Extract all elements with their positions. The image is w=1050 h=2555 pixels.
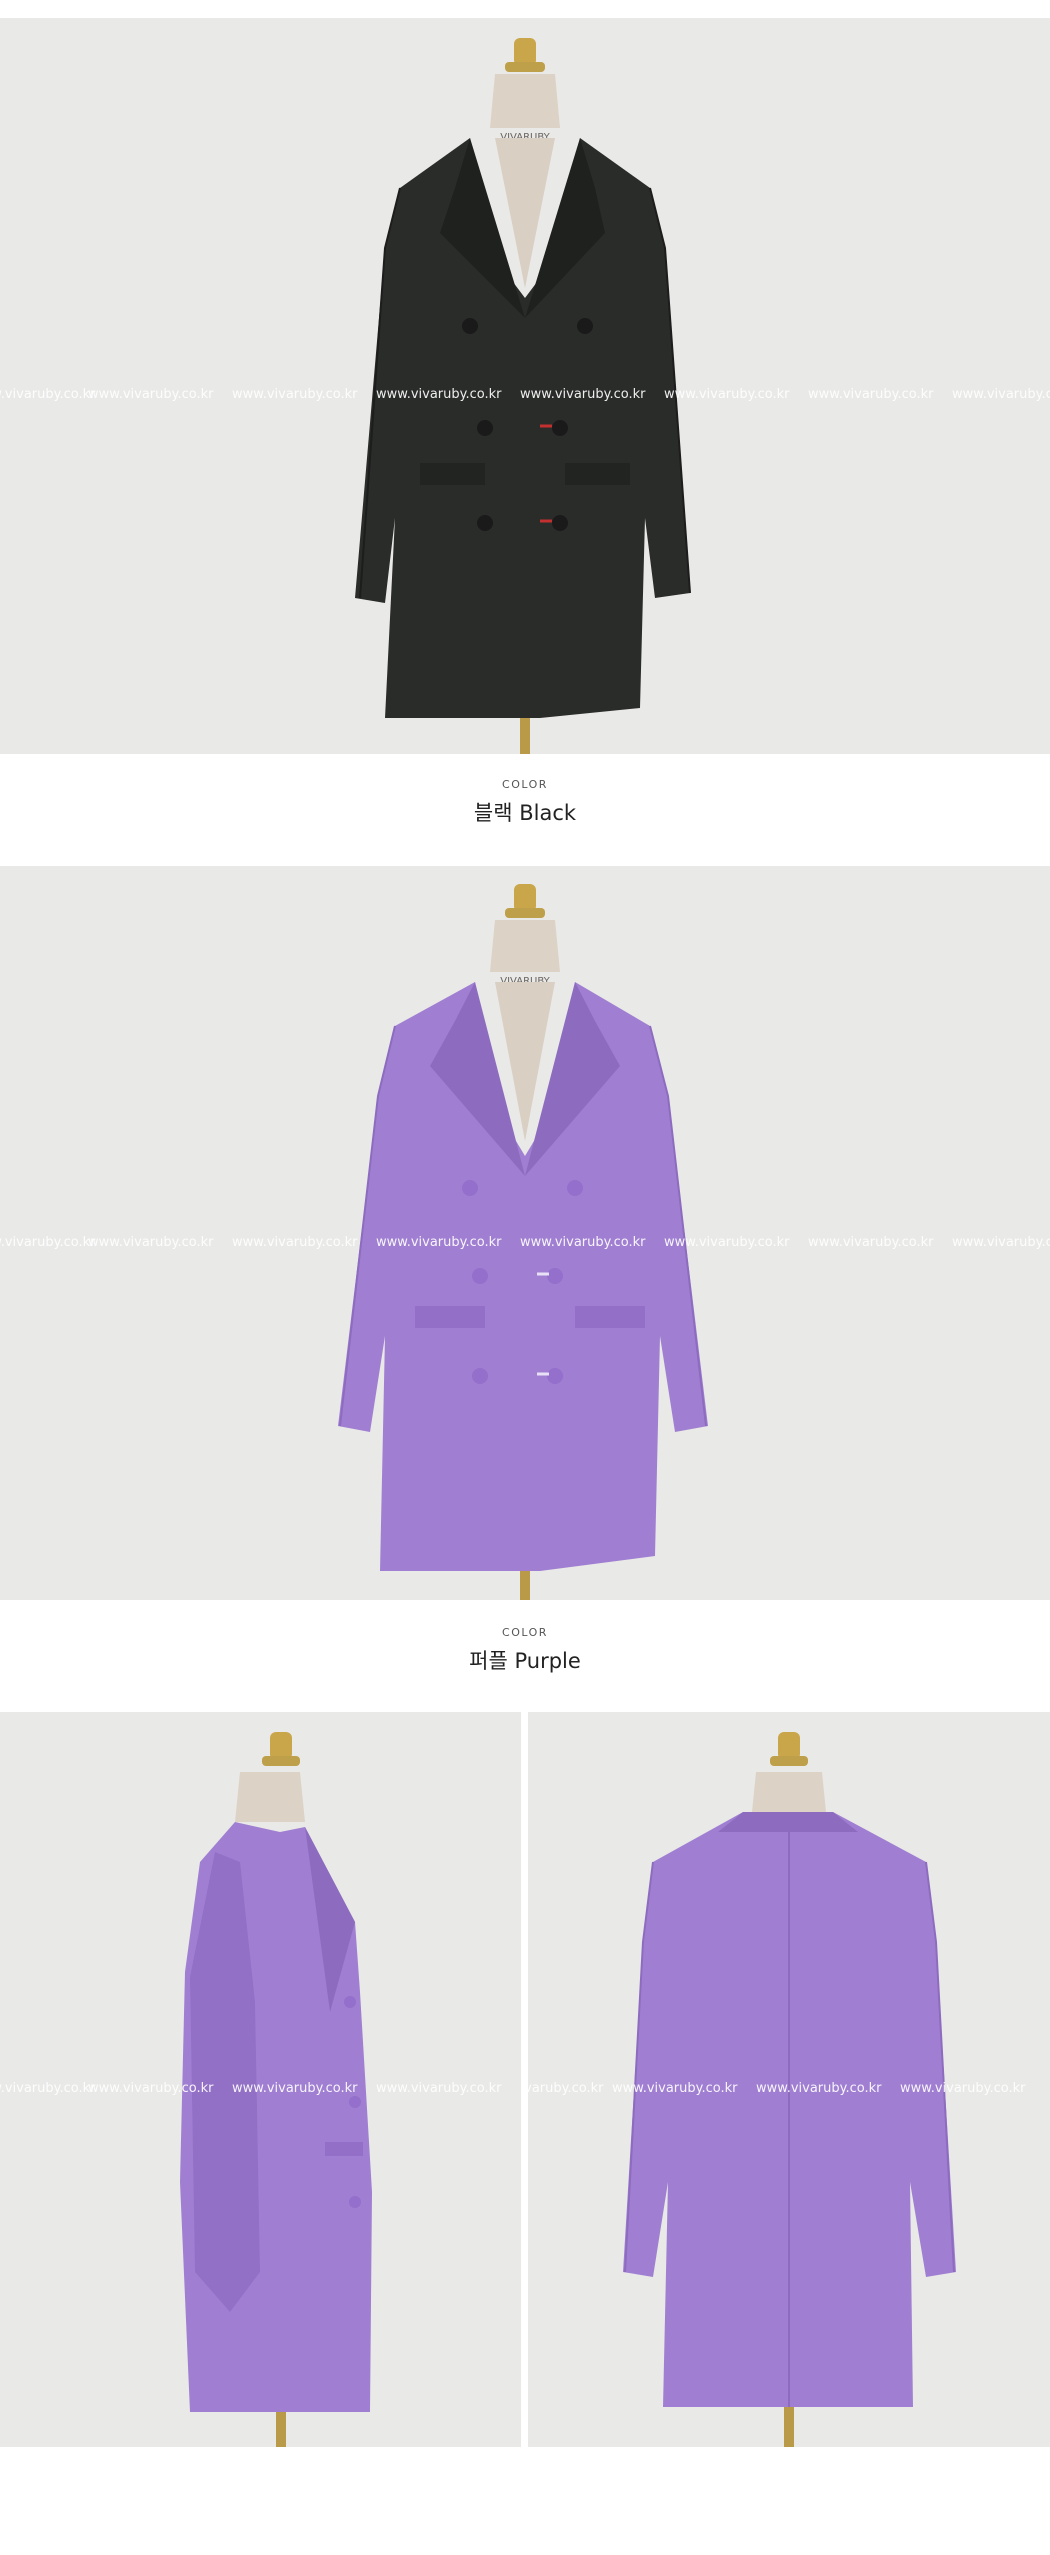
watermark-text: www.vivaruby.co.kr xyxy=(664,387,790,402)
color-kicker: COLOR xyxy=(502,778,548,791)
mannequin-dress-purple-back-icon: www.vivaruby.co.kr www.vivaruby.co.kr ww… xyxy=(528,1732,1026,2447)
watermark-text: www.vivaruby.co.kr xyxy=(232,387,358,402)
watermark-text: www.vivaruby.co.kr xyxy=(0,387,96,402)
watermark-text: www.vivaruby.co.kr xyxy=(900,2081,1026,2096)
color-kicker: COLOR xyxy=(502,1626,548,1639)
product-photo-purple-side: www.vivaruby.co.kr www.vivaruby.co.kr ww… xyxy=(0,1712,521,2447)
watermark-text: www.vivaruby.co.kr xyxy=(232,1235,358,1250)
watermark-text: www.vivaruby.co.kr xyxy=(376,1235,502,1250)
color-name: 퍼플 Purple xyxy=(469,1649,581,1673)
watermark-text: www.vivaruby.co.kr xyxy=(756,2081,882,2096)
product-photo-purple-front: VIVARUBY www.vivaruby.co.kr www.vivaruby… xyxy=(0,866,1050,1600)
product-photo-black-front: VIVARUBY www.vivaruby.co.kr www.vivaruby… xyxy=(0,18,1050,754)
watermark-row: www.vivaruby.co.kr www.vivaruby.co.kr ww… xyxy=(0,387,1050,402)
watermark-text: www.vivaruby.co.kr xyxy=(528,2081,604,2096)
watermark-text: www.vivaruby.co.kr xyxy=(952,1235,1050,1250)
watermark-text: www.vivaruby.co.kr xyxy=(520,1235,646,1250)
watermark-text: www.vivaruby.co.kr xyxy=(88,2081,214,2096)
mannequin-dress-black-front-icon: VIVARUBY www.vivaruby.co.kr www.vivaruby… xyxy=(0,38,1050,754)
watermark-text: www.vivaruby.co.kr xyxy=(612,2081,738,2096)
watermark-text: www.vivaruby.co.kr xyxy=(0,1235,96,1250)
watermark-text: www.vivaruby.co.kr xyxy=(376,2081,502,2096)
watermark-text: www.vivaruby.co.kr xyxy=(952,387,1050,402)
watermark-text: www.vivaruby.co.kr xyxy=(88,1235,214,1250)
watermark-text: www.vivaruby.co.kr xyxy=(664,1235,790,1250)
watermark-text: www.vivaruby.co.kr xyxy=(232,2081,358,2096)
color-label-purple: COLOR 퍼플 Purple xyxy=(0,1626,1050,1675)
mannequin-dress-purple-side-icon: www.vivaruby.co.kr www.vivaruby.co.kr ww… xyxy=(0,1732,502,2447)
watermark-text: www.vivaruby.co.kr xyxy=(808,387,934,402)
mannequin-dress-purple-front-icon: VIVARUBY www.vivaruby.co.kr www.vivaruby… xyxy=(0,884,1050,1600)
color-name: 블랙 Black xyxy=(473,801,577,825)
watermark-text: www.vivaruby.co.kr xyxy=(88,387,214,402)
product-photo-purple-back: www.vivaruby.co.kr www.vivaruby.co.kr ww… xyxy=(528,1712,1050,2447)
color-label-black: COLOR 블랙 Black xyxy=(0,778,1050,827)
watermark-row: www.vivaruby.co.kr www.vivaruby.co.kr ww… xyxy=(528,2081,1026,2096)
watermark-text: www.vivaruby.co.kr xyxy=(520,387,646,402)
watermark-row: www.vivaruby.co.kr www.vivaruby.co.kr ww… xyxy=(0,1235,1050,1250)
watermark-text: www.vivaruby.co.kr xyxy=(0,2081,96,2096)
watermark-text: www.vivaruby.co.kr xyxy=(808,1235,934,1250)
watermark-text: www.vivaruby.co.kr xyxy=(376,387,502,402)
watermark-row: www.vivaruby.co.kr www.vivaruby.co.kr ww… xyxy=(0,2081,502,2096)
